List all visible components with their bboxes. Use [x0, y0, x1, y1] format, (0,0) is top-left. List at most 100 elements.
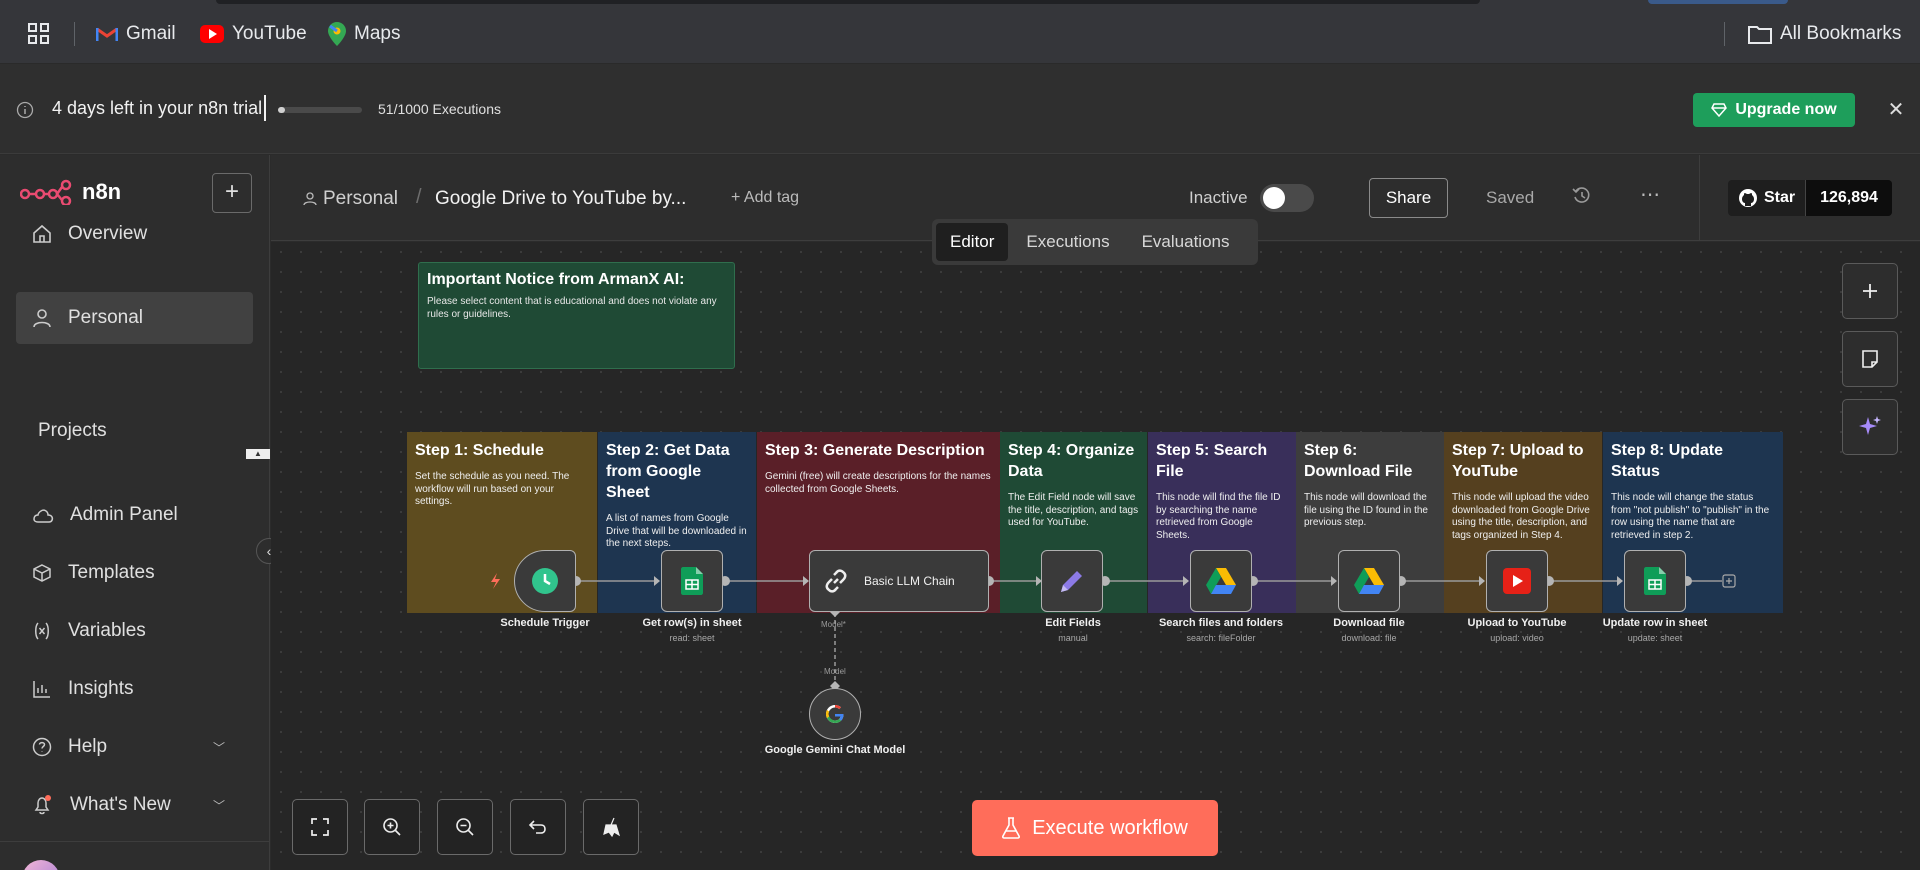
sidebar-scroll-up-icon[interactable]: ▲	[246, 449, 270, 459]
sidebar-item-help[interactable]: Help ﹀	[16, 721, 253, 773]
sidebar-item-overview[interactable]: Overview	[16, 208, 253, 260]
saved-status: Saved	[1486, 188, 1535, 207]
execute-workflow-button[interactable]: Execute workflow	[972, 800, 1218, 856]
sticky-note-notice[interactable]: Important Notice from ArmanX AI: Please …	[418, 262, 735, 369]
broom-icon	[603, 817, 621, 838]
sticky-title: Step 2: Get Data from Google Sheet	[606, 442, 730, 501]
node-label: Get row(s) in sheet	[642, 617, 742, 629]
apps-grid-icon[interactable]	[28, 22, 50, 46]
youtube-icon	[1503, 568, 1531, 594]
bookmark-maps-label: Maps	[354, 23, 401, 44]
breadcrumb-personal-label: Personal	[323, 188, 398, 209]
sidebar-item-personal[interactable]: Personal	[16, 292, 253, 344]
bookmark-youtube[interactable]: YouTube	[200, 22, 307, 46]
sidebar-item-admin-panel[interactable]: Admin Panel	[16, 489, 253, 541]
node-update-row-sheet[interactable]	[1624, 550, 1686, 612]
google-drive-icon	[1354, 568, 1384, 594]
sidebar-item-label: Help	[68, 736, 108, 757]
node-label: Update row in sheet	[1602, 617, 1708, 629]
create-new-button[interactable]: +	[212, 173, 252, 213]
node-subtitle: manual	[1058, 633, 1088, 643]
tidy-up-button[interactable]	[583, 799, 639, 855]
info-icon	[16, 101, 34, 124]
add-sticky-note-button[interactable]	[1842, 331, 1898, 387]
reset-zoom-button[interactable]	[510, 799, 566, 855]
sidebar-item-label: Overview	[68, 223, 148, 244]
browser-tab-strip-accent	[1648, 0, 1788, 4]
home-icon	[33, 224, 51, 243]
zoom-in-icon	[383, 818, 401, 836]
user-avatar[interactable]	[22, 860, 60, 870]
tab-evaluations[interactable]: Evaluations	[1128, 223, 1244, 261]
active-toggle[interactable]	[1260, 184, 1314, 212]
google-icon	[826, 705, 844, 723]
share-button[interactable]: Share	[1369, 178, 1448, 218]
node-edit-fields[interactable]	[1041, 550, 1103, 612]
sidebar-item-insights[interactable]: Insights	[16, 663, 253, 715]
sidebar-item-whats-new[interactable]: What's New ﹀	[16, 779, 253, 831]
sticky-title: Step 8: Update Status	[1611, 442, 1724, 480]
zoom-to-fit-button[interactable]	[292, 799, 348, 855]
chevron-down-icon: ﹀	[212, 741, 225, 755]
add-node-button[interactable]	[1842, 263, 1898, 319]
sticky-title: Step 7: Upload to YouTube	[1452, 442, 1584, 480]
sidebar-item-templates[interactable]: Templates	[16, 547, 253, 599]
close-banner-icon[interactable]: ✕	[1884, 98, 1908, 122]
n8n-logo[interactable]: n8n	[20, 179, 121, 205]
executions-count: 51/1000 Executions	[378, 101, 501, 117]
sticky-body: This node will change the status from "n…	[1611, 492, 1770, 541]
sidebar-item-label: Variables	[68, 620, 146, 641]
zoom-out-button[interactable]	[437, 799, 493, 855]
trial-message: 4 days left in your n8n trial	[52, 98, 263, 118]
node-schedule-trigger[interactable]	[514, 550, 576, 612]
node-search-files[interactable]	[1190, 550, 1252, 612]
sticky-title: Step 4: Organize Data	[1008, 442, 1135, 480]
zoom-in-button[interactable]	[364, 799, 420, 855]
google-sheets-icon	[681, 567, 703, 595]
browser-tab-strip	[216, 0, 1480, 4]
plus-icon	[1863, 284, 1877, 298]
upgrade-button[interactable]: Upgrade now	[1693, 93, 1855, 127]
sidebar-item-label: Insights	[68, 678, 134, 699]
node-download-file[interactable]	[1338, 550, 1400, 612]
github-icon	[1738, 189, 1757, 207]
google-sheets-icon	[1644, 567, 1666, 595]
sticky-body: A list of names from Google Drive that w…	[606, 513, 747, 549]
sidebar-item-variables[interactable]: Variables	[16, 605, 253, 657]
bookmark-maps[interactable]: Maps	[328, 22, 400, 46]
tab-executions[interactable]: Executions	[1012, 223, 1123, 261]
sidebar-item-label: Personal	[68, 307, 143, 328]
history-icon[interactable]	[1572, 186, 1592, 211]
sticky-title: Step 1: Schedule	[415, 442, 544, 459]
node-get-rows-sheet[interactable]	[661, 550, 723, 612]
ai-assistant-button[interactable]	[1842, 399, 1898, 455]
zoom-out-icon	[456, 818, 474, 836]
tab-editor[interactable]: Editor	[936, 223, 1009, 261]
github-star-button[interactable]: Star 126,894	[1728, 180, 1892, 216]
active-status-label: Inactive	[1189, 188, 1248, 207]
all-bookmarks[interactable]: All Bookmarks	[1748, 22, 1901, 46]
node-label: Upload to YouTube	[1467, 617, 1567, 629]
node-basic-llm-chain[interactable]: Basic LLM Chain	[809, 550, 989, 612]
box-icon	[33, 564, 51, 582]
gmail-icon	[96, 27, 118, 41]
sticky-body: This node will find the file ID by searc…	[1156, 492, 1281, 541]
more-options-icon[interactable]: ⋯	[1640, 182, 1660, 207]
node-google-gemini-chat-model[interactable]	[809, 688, 861, 740]
node-upload-youtube[interactable]	[1486, 550, 1548, 612]
node-label: Edit Fields	[1045, 617, 1101, 629]
breadcrumb-personal[interactable]: Personal	[303, 188, 398, 210]
sidebar-item-label: Admin Panel	[70, 504, 178, 525]
add-tag-button[interactable]: + Add tag	[731, 189, 799, 207]
sticky-body: This node will download the file using t…	[1304, 492, 1428, 528]
text-cursor	[264, 95, 266, 121]
all-bookmarks-label: All Bookmarks	[1780, 23, 1902, 44]
bookmarks-separator	[74, 22, 75, 46]
workflow-title[interactable]: Google Drive to YouTube by...	[435, 188, 686, 210]
flask-icon	[1002, 817, 1021, 839]
execute-workflow-label: Execute workflow	[1032, 816, 1188, 839]
node-subtitle: download: file	[1341, 633, 1397, 643]
sparkle-icon	[1859, 416, 1881, 435]
view-tabs: Editor Executions Evaluations	[932, 219, 1258, 265]
bookmark-gmail[interactable]: Gmail	[96, 22, 176, 46]
